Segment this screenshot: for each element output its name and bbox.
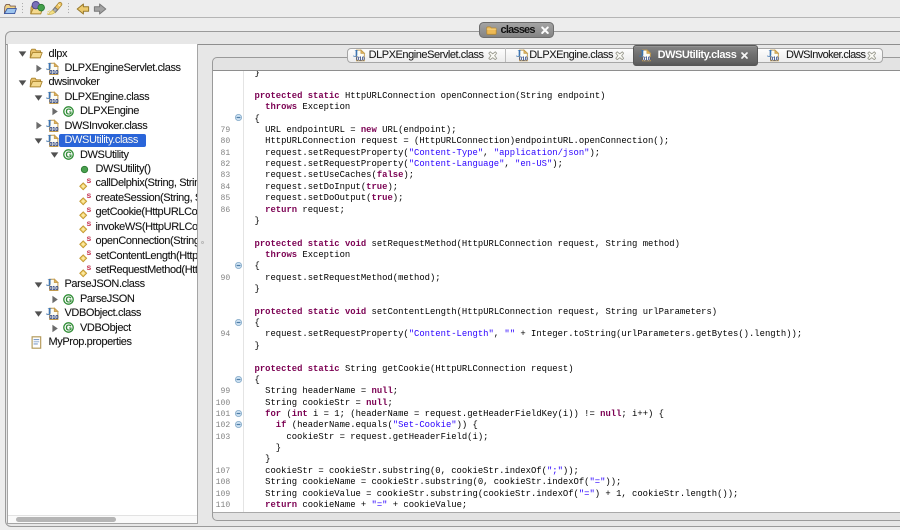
svg-text:010: 010 (49, 142, 58, 148)
svg-text:010: 010 (49, 315, 58, 321)
svg-text:G: G (65, 150, 71, 160)
svg-text:S: S (87, 193, 92, 200)
svg-text:010: 010 (642, 56, 651, 62)
svg-text:S: S (87, 250, 92, 257)
svg-text:G: G (65, 294, 71, 304)
svg-text:010: 010 (49, 70, 58, 76)
svg-text:010: 010 (770, 56, 779, 62)
svg-text:010: 010 (519, 56, 528, 62)
svg-text:G: G (65, 107, 71, 117)
svg-text:010: 010 (49, 286, 58, 292)
svg-text:S: S (87, 207, 92, 214)
svg-text:010: 010 (49, 98, 58, 104)
svg-text:S: S (87, 222, 92, 229)
svg-text:S: S (87, 178, 92, 185)
svg-text:010: 010 (356, 56, 365, 62)
svg-text:S: S (87, 236, 92, 243)
svg-text:G: G (65, 323, 71, 333)
svg-text:S: S (87, 265, 92, 272)
